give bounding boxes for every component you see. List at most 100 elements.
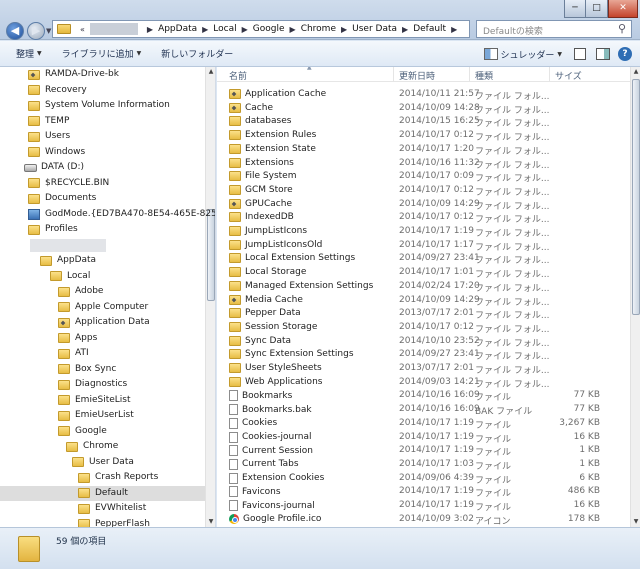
back-button[interactable]: ◀ bbox=[6, 22, 24, 40]
file-row[interactable]: Media Cache 2014/10/09 14:29 ファイル フォル... bbox=[217, 294, 630, 308]
column-type[interactable]: 種類 bbox=[475, 69, 493, 82]
nav-tree-item[interactable]: ATI bbox=[0, 346, 205, 361]
file-row[interactable]: Bookmarks.bak 2014/10/16 16:09 BAK ファイル 77 … bbox=[217, 403, 630, 417]
file-list-scrollbar[interactable]: ▲ ▼ bbox=[630, 67, 640, 527]
nav-scrollbar[interactable]: ▲ ▼ bbox=[205, 67, 215, 527]
file-row[interactable]: Extensions 2014/10/16 11:32 ファイル フォル... bbox=[217, 157, 630, 171]
chevron-right-icon[interactable]: ▶ bbox=[402, 25, 408, 34]
file-row[interactable]: Favicons-journal 2014/10/17 1:19 ファイル 16 KB bbox=[217, 499, 630, 513]
file-row[interactable]: databases 2014/10/15 16:25 ファイル フォル... bbox=[217, 115, 630, 129]
chevron-right-icon[interactable]: ▶ bbox=[147, 25, 153, 34]
file-row[interactable]: Cookies-journal 2014/10/17 1:19 ファイル 16 KB bbox=[217, 431, 630, 445]
nav-tree-item[interactable]: System Volume Information bbox=[0, 98, 205, 113]
file-row[interactable]: GPUCache 2014/10/09 14:29 ファイル フォル... bbox=[217, 198, 630, 212]
column-size[interactable]: サイズ bbox=[555, 69, 582, 82]
file-row[interactable]: Extension Rules 2014/10/17 0:12 ファイル フォル..… bbox=[217, 129, 630, 143]
nav-tree-item[interactable]: Application Data bbox=[0, 315, 205, 330]
file-row[interactable]: Local Extension Settings 2014/09/27 23:41… bbox=[217, 252, 630, 266]
file-row[interactable]: Current Tabs 2014/10/17 1:03 ファイル 1 KB bbox=[217, 458, 630, 472]
file-row[interactable]: Google Profile.ico 2014/10/09 3:02 アイコン 178… bbox=[217, 513, 630, 527]
file-row[interactable]: JumpListIcons 2014/10/17 1:19 ファイル フォル... bbox=[217, 225, 630, 239]
file-list-scroll-thumb[interactable] bbox=[632, 79, 640, 315]
minimize-button[interactable]: ─ bbox=[564, 0, 586, 18]
shredder-button[interactable]: シュレッダー ▼ bbox=[478, 48, 568, 61]
file-row[interactable]: Bookmarks 2014/10/16 16:09 ファイル 77 KB bbox=[217, 389, 630, 403]
nav-tree-item[interactable]: Profiles bbox=[0, 222, 205, 237]
nav-tree-item[interactable]: User Data bbox=[0, 455, 205, 470]
chevron-right-icon[interactable]: ▶ bbox=[341, 25, 347, 34]
nav-tree-item[interactable]: Documents bbox=[0, 191, 205, 206]
chevron-right-icon[interactable]: ▶ bbox=[202, 25, 208, 34]
breadcrumb-appdata[interactable]: AppData bbox=[158, 24, 197, 34]
column-date[interactable]: 更新日時 bbox=[399, 69, 435, 82]
scroll-up-arrow[interactable]: ▲ bbox=[631, 67, 640, 77]
file-row[interactable]: Favicons 2014/10/17 1:19 ファイル 486 KB bbox=[217, 485, 630, 499]
nav-tree-item[interactable]: DATA (D:) bbox=[0, 160, 205, 175]
file-row[interactable]: JumpListIconsOld 2014/10/17 1:17 ファイル フォル.… bbox=[217, 239, 630, 253]
nav-tree-item[interactable]: TEMP bbox=[0, 114, 205, 129]
nav-tree-item[interactable]: Chrome bbox=[0, 439, 205, 454]
nav-tree-item[interactable]: Users bbox=[0, 129, 205, 144]
file-row[interactable]: Session Storage 2014/10/17 0:12 ファイル フォル..… bbox=[217, 321, 630, 335]
chevron-right-icon[interactable]: ▶ bbox=[451, 25, 457, 34]
file-row[interactable]: IndexedDB 2014/10/17 0:12 ファイル フォル... bbox=[217, 211, 630, 225]
file-row[interactable]: Pepper Data 2013/07/17 2:01 ファイル フォル... bbox=[217, 307, 630, 321]
nav-tree-item[interactable]: Default bbox=[0, 485, 205, 501]
breadcrumb-local[interactable]: Local bbox=[213, 24, 236, 34]
organize-button[interactable]: 整理 ▼ bbox=[10, 47, 48, 60]
file-row[interactable]: Cookies 2014/10/17 1:19 ファイル 3,267 KB bbox=[217, 417, 630, 431]
new-folder-button[interactable]: 新しいフォルダー bbox=[155, 47, 239, 60]
column-name[interactable]: 名前 bbox=[229, 69, 247, 82]
scroll-up-arrow[interactable]: ▲ bbox=[206, 67, 215, 77]
file-row[interactable]: File System 2014/10/17 0:09 ファイル フォル... bbox=[217, 170, 630, 184]
file-row[interactable]: Managed Extension Settings 2014/02/24 17:… bbox=[217, 280, 630, 294]
nav-tree-item[interactable]: Windows bbox=[0, 145, 205, 160]
breadcrumb-chrome[interactable]: Chrome bbox=[301, 24, 336, 34]
breadcrumb-default[interactable]: Default bbox=[413, 24, 446, 34]
nav-tree-item[interactable]: Adobe bbox=[0, 284, 205, 299]
file-row[interactable]: Local Storage 2014/10/17 1:01 ファイル フォル... bbox=[217, 266, 630, 280]
file-row[interactable]: Cache 2014/10/09 14:28 ファイル フォル... bbox=[217, 102, 630, 116]
nav-tree-item[interactable]: RAMDA-Drive-bk bbox=[0, 67, 205, 82]
file-row[interactable]: Sync Extension Settings 2014/09/27 23:41 フ… bbox=[217, 348, 630, 362]
nav-tree-item[interactable]: Local bbox=[0, 269, 205, 284]
file-row[interactable]: Web Applications 2014/09/03 14:21 ファイル フォル… bbox=[217, 376, 630, 390]
scroll-down-arrow[interactable]: ▼ bbox=[206, 517, 215, 527]
nav-scroll-thumb[interactable] bbox=[207, 209, 215, 301]
recent-pages-dropdown[interactable]: ▼ bbox=[46, 27, 51, 35]
preview-pane-icon[interactable] bbox=[596, 48, 610, 60]
breadcrumb-google[interactable]: Google bbox=[253, 24, 285, 34]
file-row[interactable]: Sync Data 2014/10/10 23:52 ファイル フォル... bbox=[217, 335, 630, 349]
file-row[interactable]: Extension Cookies 2014/09/06 4:39 ファイル 6 KB bbox=[217, 472, 630, 486]
nav-tree-item[interactable]: Crash Reports bbox=[0, 470, 205, 485]
file-row[interactable]: User StyleSheets 2013/07/17 2:01 ファイル フォル.… bbox=[217, 362, 630, 376]
file-row[interactable]: Application Cache 2014/10/11 21:57 ファイル フォ… bbox=[217, 88, 630, 102]
search-icon[interactable]: ⚲ bbox=[618, 22, 636, 35]
breadcrumb-user-data[interactable]: User Data bbox=[352, 24, 397, 34]
search-input[interactable]: Defaultの検索 bbox=[476, 20, 632, 38]
scroll-down-arrow[interactable]: ▼ bbox=[631, 517, 640, 527]
nav-tree-item[interactable]: Apps bbox=[0, 331, 205, 346]
forward-button[interactable]: ▶ bbox=[27, 22, 45, 40]
file-list-pane[interactable]: ▲ 名前 更新日時 種類 サイズ Application Cache 2014/1… bbox=[217, 67, 640, 527]
change-view-icon[interactable] bbox=[574, 48, 586, 60]
nav-tree-item[interactable]: GodMode.{ED7BA470-8E54-465E-825C-99 bbox=[0, 207, 215, 222]
nav-tree-item[interactable]: Recovery bbox=[0, 83, 205, 98]
nav-tree-item-blurred[interactable] bbox=[0, 238, 205, 253]
nav-tree-item[interactable]: PepperFlash bbox=[0, 517, 205, 527]
nav-tree-item[interactable]: EVWhitelist bbox=[0, 501, 205, 516]
nav-tree-item[interactable]: Apple Computer bbox=[0, 300, 205, 315]
file-row[interactable]: GCM Store 2014/10/17 0:12 ファイル フォル... bbox=[217, 184, 630, 198]
nav-tree-item[interactable]: Google bbox=[0, 424, 205, 439]
nav-tree-item[interactable]: EmieUserList bbox=[0, 408, 205, 423]
chevron-right-icon[interactable]: ▶ bbox=[242, 25, 248, 34]
file-row[interactable]: Current Session 2014/10/17 1:19 ファイル 1 KB bbox=[217, 444, 630, 458]
include-in-library-button[interactable]: ライブラリに追加 ▼ bbox=[56, 47, 148, 60]
nav-tree-item[interactable]: $RECYCLE.BIN bbox=[0, 176, 205, 191]
nav-tree-item[interactable]: EmieSiteList bbox=[0, 393, 205, 408]
nav-tree-item[interactable]: Box Sync bbox=[0, 362, 205, 377]
address-bar[interactable]: « ▶ AppData ▶ Local ▶ Google ▶ Chrome ▶ … bbox=[52, 20, 470, 38]
nav-tree-item[interactable]: Diagnostics bbox=[0, 377, 205, 392]
navigation-pane[interactable]: ▲ ▼ RAMDA-Drive-bk Recovery System Volume … bbox=[0, 67, 216, 527]
chevron-right-icon[interactable]: ▶ bbox=[290, 25, 296, 34]
